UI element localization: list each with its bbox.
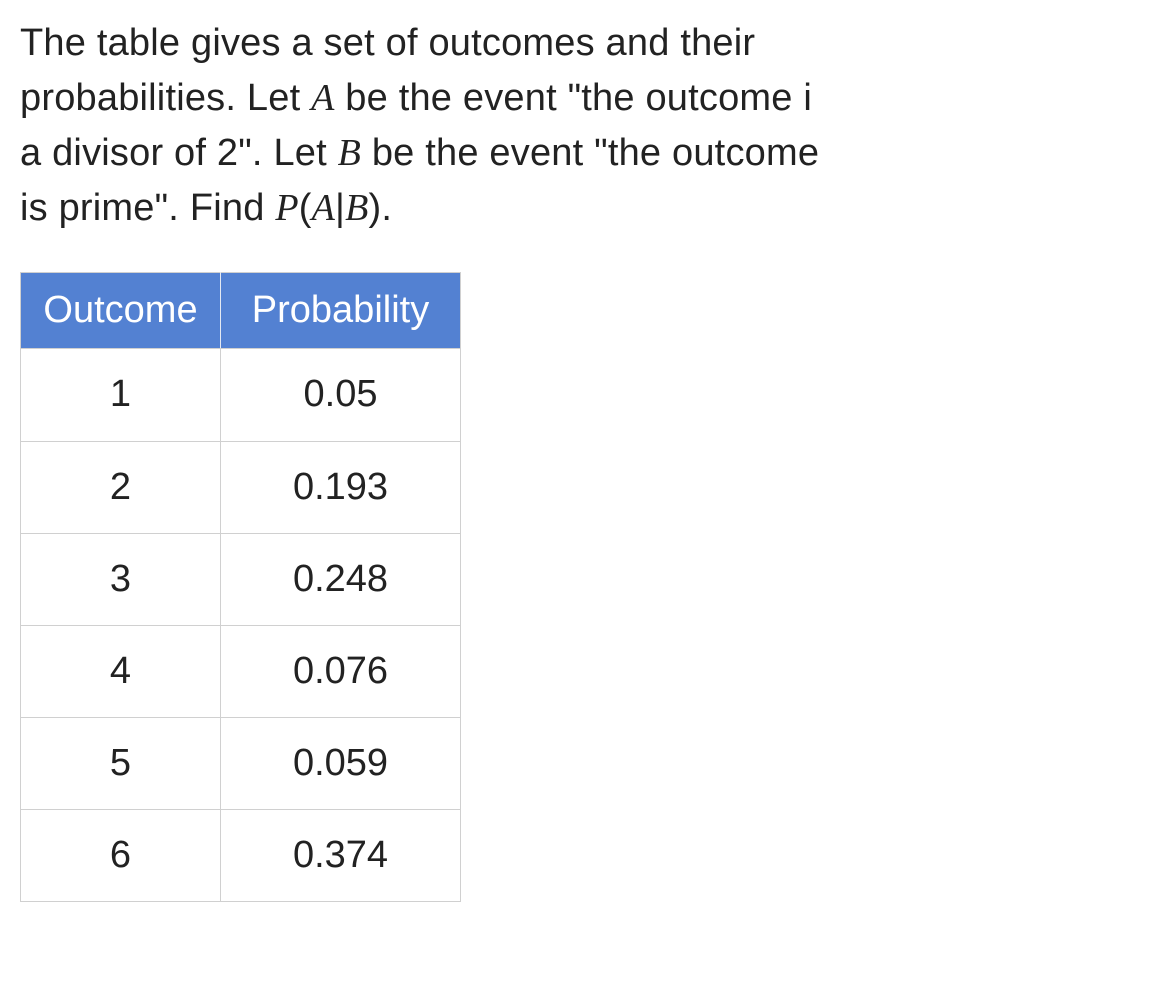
table-header-row: Outcome Probability <box>21 273 461 349</box>
cell-probability: 0.059 <box>221 717 461 809</box>
cell-probability: 0.193 <box>221 441 461 533</box>
text-line2b: be the event "the outcome i <box>335 77 813 119</box>
text-line1: The table gives a set of outcomes and th… <box>20 22 755 64</box>
table-row: 1 0.05 <box>21 349 461 441</box>
table-row: 3 0.248 <box>21 533 461 625</box>
probability-table: Outcome Probability 1 0.05 2 0.193 3 0.2… <box>20 272 461 902</box>
text-bar: | <box>335 187 345 229</box>
text-paren-close: ). <box>369 187 393 229</box>
text-paren-open: ( <box>299 187 312 229</box>
header-outcome: Outcome <box>21 273 221 349</box>
var-P: P <box>275 187 298 229</box>
cell-outcome: 6 <box>21 809 221 901</box>
text-line4a: is prime". Find <box>20 187 275 229</box>
cell-outcome: 5 <box>21 717 221 809</box>
var-A: A <box>311 77 334 119</box>
problem-statement: The table gives a set of outcomes and th… <box>20 16 1170 236</box>
cell-probability: 0.05 <box>221 349 461 441</box>
table-row: 4 0.076 <box>21 625 461 717</box>
cell-probability: 0.248 <box>221 533 461 625</box>
cell-probability: 0.076 <box>221 625 461 717</box>
cell-outcome: 3 <box>21 533 221 625</box>
var-B: B <box>338 132 361 174</box>
header-probability: Probability <box>221 273 461 349</box>
text-line3b: be the event "the outcome <box>361 132 819 174</box>
table-row: 2 0.193 <box>21 441 461 533</box>
table-row: 6 0.374 <box>21 809 461 901</box>
table-row: 5 0.059 <box>21 717 461 809</box>
text-line3a: a divisor of 2". Let <box>20 132 338 174</box>
text-line2a: probabilities. Let <box>20 77 311 119</box>
cell-outcome: 2 <box>21 441 221 533</box>
cell-outcome: 1 <box>21 349 221 441</box>
var-A2: A <box>312 187 335 229</box>
cell-outcome: 4 <box>21 625 221 717</box>
var-B2: B <box>345 187 368 229</box>
cell-probability: 0.374 <box>221 809 461 901</box>
